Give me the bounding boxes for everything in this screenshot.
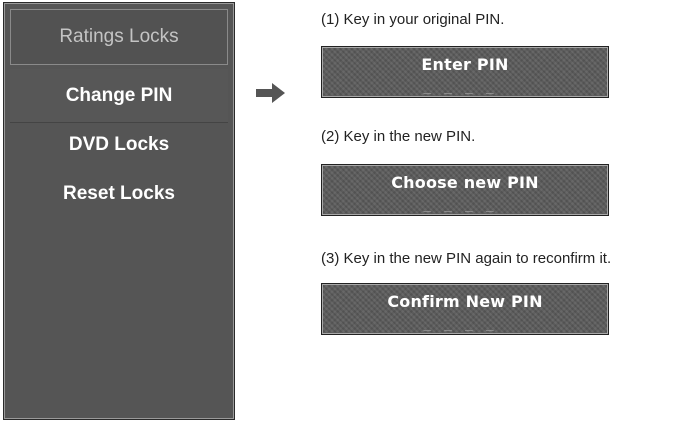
menu-item-change-pin[interactable]: Change PIN xyxy=(10,69,228,123)
pin-entry-dashes: ____ xyxy=(423,198,507,213)
menu-item-label: DVD Locks xyxy=(68,134,170,155)
menu-item-label: Change PIN xyxy=(65,84,173,106)
pin-box-title: Enter PIN xyxy=(421,55,509,74)
enter-pin-box[interactable]: Enter PIN ____ xyxy=(321,46,609,98)
step-2-instruction: (2) Key in the new PIN. xyxy=(321,128,476,145)
pin-entry-dashes: ____ xyxy=(423,80,507,95)
confirm-new-pin-box[interactable]: Confirm New PIN ____ xyxy=(321,283,609,335)
ratings-locks-menu: Ratings Locks Change PIN DVD Locks Reset… xyxy=(3,2,235,420)
menu-item-reset-locks[interactable]: Reset Locks xyxy=(10,169,228,219)
step-3-instruction: (3) Key in the new PIN again to reconfir… xyxy=(321,250,612,267)
pin-box-title: Confirm New PIN xyxy=(387,292,543,311)
menu-item-dvd-locks[interactable]: DVD Locks xyxy=(10,123,228,167)
menu-header: Ratings Locks xyxy=(10,9,228,65)
step-1-instruction: (1) Key in your original PIN. xyxy=(321,11,505,28)
menu-item-label: Reset Locks xyxy=(63,183,175,204)
pin-box-title: Choose new PIN xyxy=(391,173,539,192)
right-arrow-icon xyxy=(256,83,285,103)
pin-entry-dashes: ____ xyxy=(423,317,507,332)
choose-new-pin-box[interactable]: Choose new PIN ____ xyxy=(321,164,609,216)
